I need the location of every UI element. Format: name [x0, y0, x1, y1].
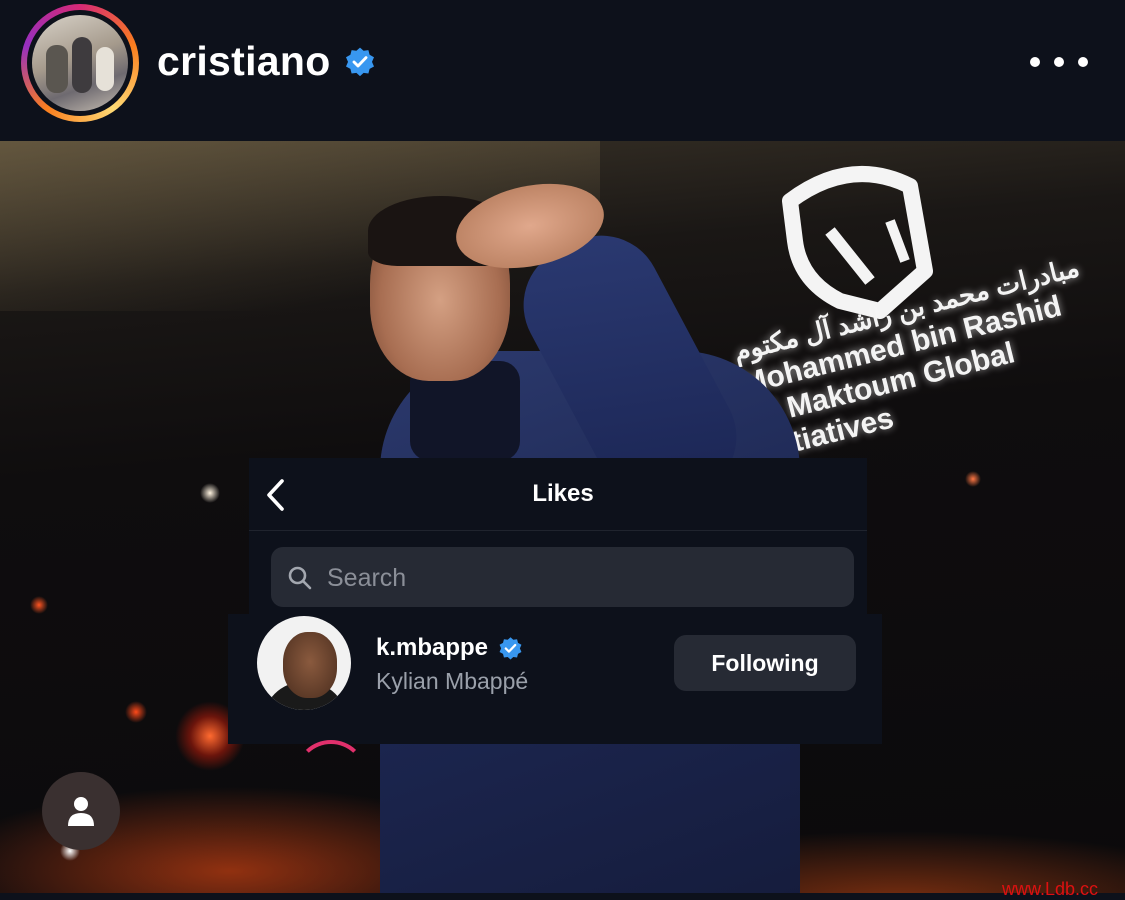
- post-header: cristiano: [0, 0, 1125, 141]
- search-icon: [288, 566, 312, 590]
- likes-header: Likes: [249, 458, 867, 531]
- verified-badge-icon: [499, 637, 522, 660]
- following-button[interactable]: Following: [674, 635, 856, 691]
- search-bar[interactable]: [271, 547, 854, 607]
- story-ring-avatar[interactable]: [21, 4, 139, 122]
- liker-username[interactable]: k.mbappe: [376, 634, 488, 662]
- liker-full-name: Kylian Mbappé: [376, 668, 529, 694]
- search-input[interactable]: [325, 559, 829, 597]
- likes-panel: Likes: [249, 458, 867, 614]
- more-options-button[interactable]: [1030, 50, 1088, 74]
- avatar[interactable]: [257, 616, 351, 710]
- next-liker-avatar-partial: [296, 740, 366, 806]
- username[interactable]: cristiano: [157, 38, 331, 85]
- profile-photo: [32, 15, 128, 111]
- liker-row[interactable]: k.mbappe Kylian Mbappé Following: [228, 614, 882, 744]
- person-icon: [68, 797, 94, 826]
- tagged-people-button[interactable]: [42, 772, 120, 850]
- likes-title: Likes: [532, 480, 594, 507]
- more-horizontal-icon: [1030, 57, 1040, 67]
- verified-badge-icon: [346, 47, 374, 77]
- watermark: www.Ldb.cc: [1002, 879, 1099, 899]
